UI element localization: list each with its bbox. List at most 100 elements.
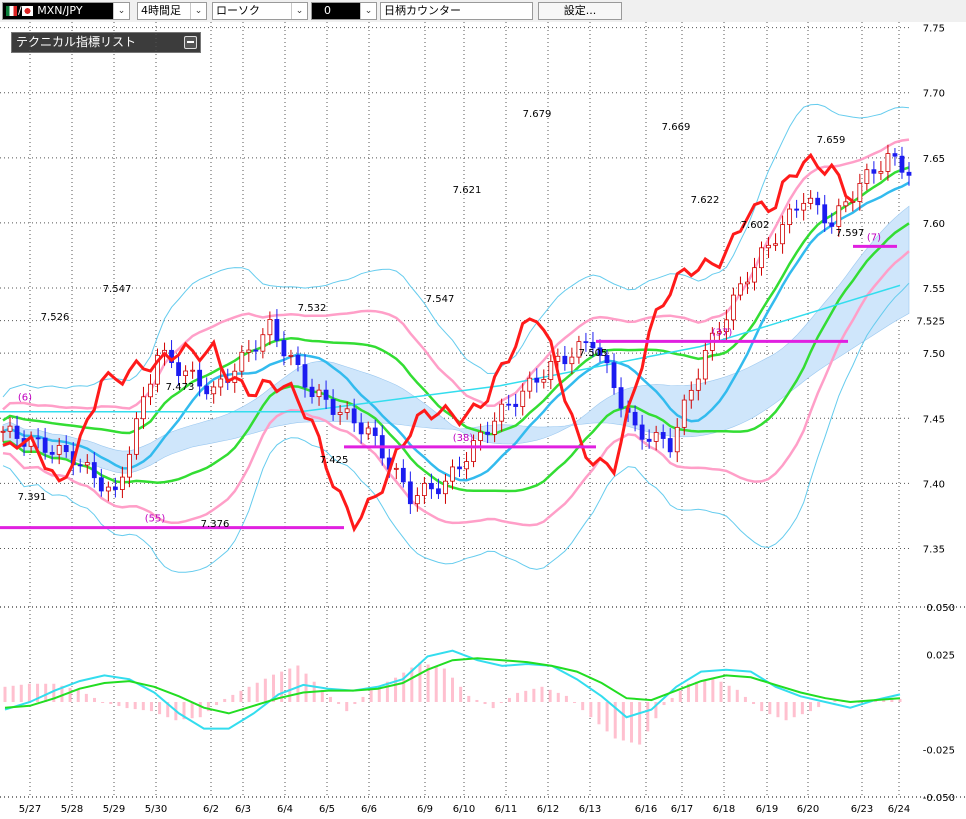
candle-body — [246, 349, 252, 353]
candle-body — [35, 437, 41, 440]
candle-body — [899, 155, 905, 173]
candle-body — [520, 390, 526, 407]
x-tick-label: 5/28 — [61, 804, 83, 815]
x-tick-label: 6/13 — [579, 804, 601, 815]
y-tick-label: 7.45 — [923, 414, 945, 425]
candle-body — [871, 169, 877, 174]
candle-body — [421, 483, 427, 496]
histogram-bar — [149, 702, 153, 712]
candle-body — [513, 403, 519, 407]
histogram-bar — [646, 702, 650, 732]
y-tick-label: 7.40 — [923, 479, 945, 490]
candle-body — [204, 385, 210, 395]
candle-body — [105, 486, 111, 492]
candle-body — [892, 153, 898, 157]
candle-body — [752, 267, 757, 283]
x-tick-label: 5/29 — [103, 804, 125, 815]
candle-body — [344, 408, 350, 413]
candle-body — [218, 378, 224, 388]
x-tick-label: 6/20 — [797, 804, 819, 815]
y-tick-label: 7.60 — [923, 219, 945, 230]
candle-body — [906, 171, 912, 176]
price-extreme-label: 7.526 — [41, 312, 70, 323]
osc-y-tick-label: 0.050 — [926, 603, 955, 614]
candle-body — [295, 354, 301, 366]
histogram-bar — [475, 699, 479, 702]
histogram-bar — [638, 702, 642, 745]
candle-body — [7, 425, 13, 432]
candle-body — [450, 466, 455, 482]
candle-body — [393, 467, 399, 470]
candle-body — [274, 319, 280, 341]
histogram-bar — [735, 689, 739, 702]
histogram-bar — [467, 695, 471, 702]
candle-body — [436, 488, 441, 495]
x-tick-label: 6/11 — [495, 804, 517, 815]
candle-body — [176, 362, 181, 376]
candle-body — [358, 422, 364, 435]
candle-body — [492, 420, 498, 435]
candle-body — [829, 222, 835, 227]
candle-body — [548, 361, 554, 380]
price-extreme-label: 7.669 — [662, 122, 691, 133]
histogram-bar — [727, 685, 731, 702]
histogram-bar — [288, 668, 292, 702]
histogram-bar — [239, 690, 243, 702]
candle-body — [506, 403, 512, 406]
candle-body — [885, 153, 891, 172]
histogram-bar — [215, 702, 219, 706]
candle-body — [77, 464, 83, 467]
price-extreme-label: 7.679 — [523, 109, 552, 120]
counter-label: (37) — [712, 328, 733, 339]
counter-label: (55) — [145, 514, 166, 525]
histogram-bar — [369, 689, 373, 702]
histogram-bar — [158, 702, 162, 715]
candle-body — [14, 425, 20, 439]
histogram-bar — [556, 692, 560, 702]
price-extreme-label: 7.425 — [320, 455, 349, 466]
osc-y-tick-label: -0.025 — [923, 746, 955, 757]
candle-body — [372, 427, 378, 436]
histogram-bar — [776, 702, 780, 718]
price-extreme-label: 7.532 — [298, 303, 327, 314]
candle-body — [429, 483, 434, 490]
price-extreme-label: 7.622 — [691, 195, 720, 206]
candle-body — [639, 424, 645, 440]
histogram-bar — [76, 689, 80, 702]
histogram-bar — [711, 677, 715, 702]
candle-body — [766, 244, 771, 249]
candle-body — [822, 204, 828, 224]
candle-body — [653, 432, 659, 442]
candle-body — [681, 399, 687, 428]
histogram-bar — [597, 702, 601, 725]
x-tick-label: 6/2 — [203, 804, 219, 815]
histogram-bar — [117, 702, 121, 707]
counter-label: (6) — [18, 393, 32, 404]
histogram-bar — [516, 692, 520, 702]
histogram-bar — [499, 702, 503, 704]
histogram-bar — [743, 696, 747, 702]
histogram-bar — [800, 702, 804, 715]
histogram-bar — [3, 686, 7, 702]
histogram-bar — [719, 681, 723, 702]
candle-body — [351, 408, 357, 424]
candle-body — [281, 340, 287, 357]
candle-body — [632, 411, 638, 426]
histogram-bar — [507, 697, 511, 702]
price-extreme-label: 7.473 — [166, 382, 195, 393]
candle-body — [464, 461, 469, 470]
histogram-bar — [418, 662, 422, 702]
candle-body — [857, 183, 863, 202]
candle-body — [541, 379, 547, 383]
candle-body — [414, 495, 420, 505]
candle-body — [302, 364, 308, 388]
candle-body — [660, 432, 666, 439]
histogram-bar — [247, 686, 251, 702]
histogram-bar — [581, 702, 585, 711]
candle-body — [253, 349, 259, 352]
histogram-bar — [784, 702, 788, 721]
histogram-bar — [703, 679, 707, 702]
price-extreme-label: 7.597 — [836, 228, 865, 239]
candle-body — [49, 451, 55, 455]
histogram-bar — [84, 693, 88, 702]
